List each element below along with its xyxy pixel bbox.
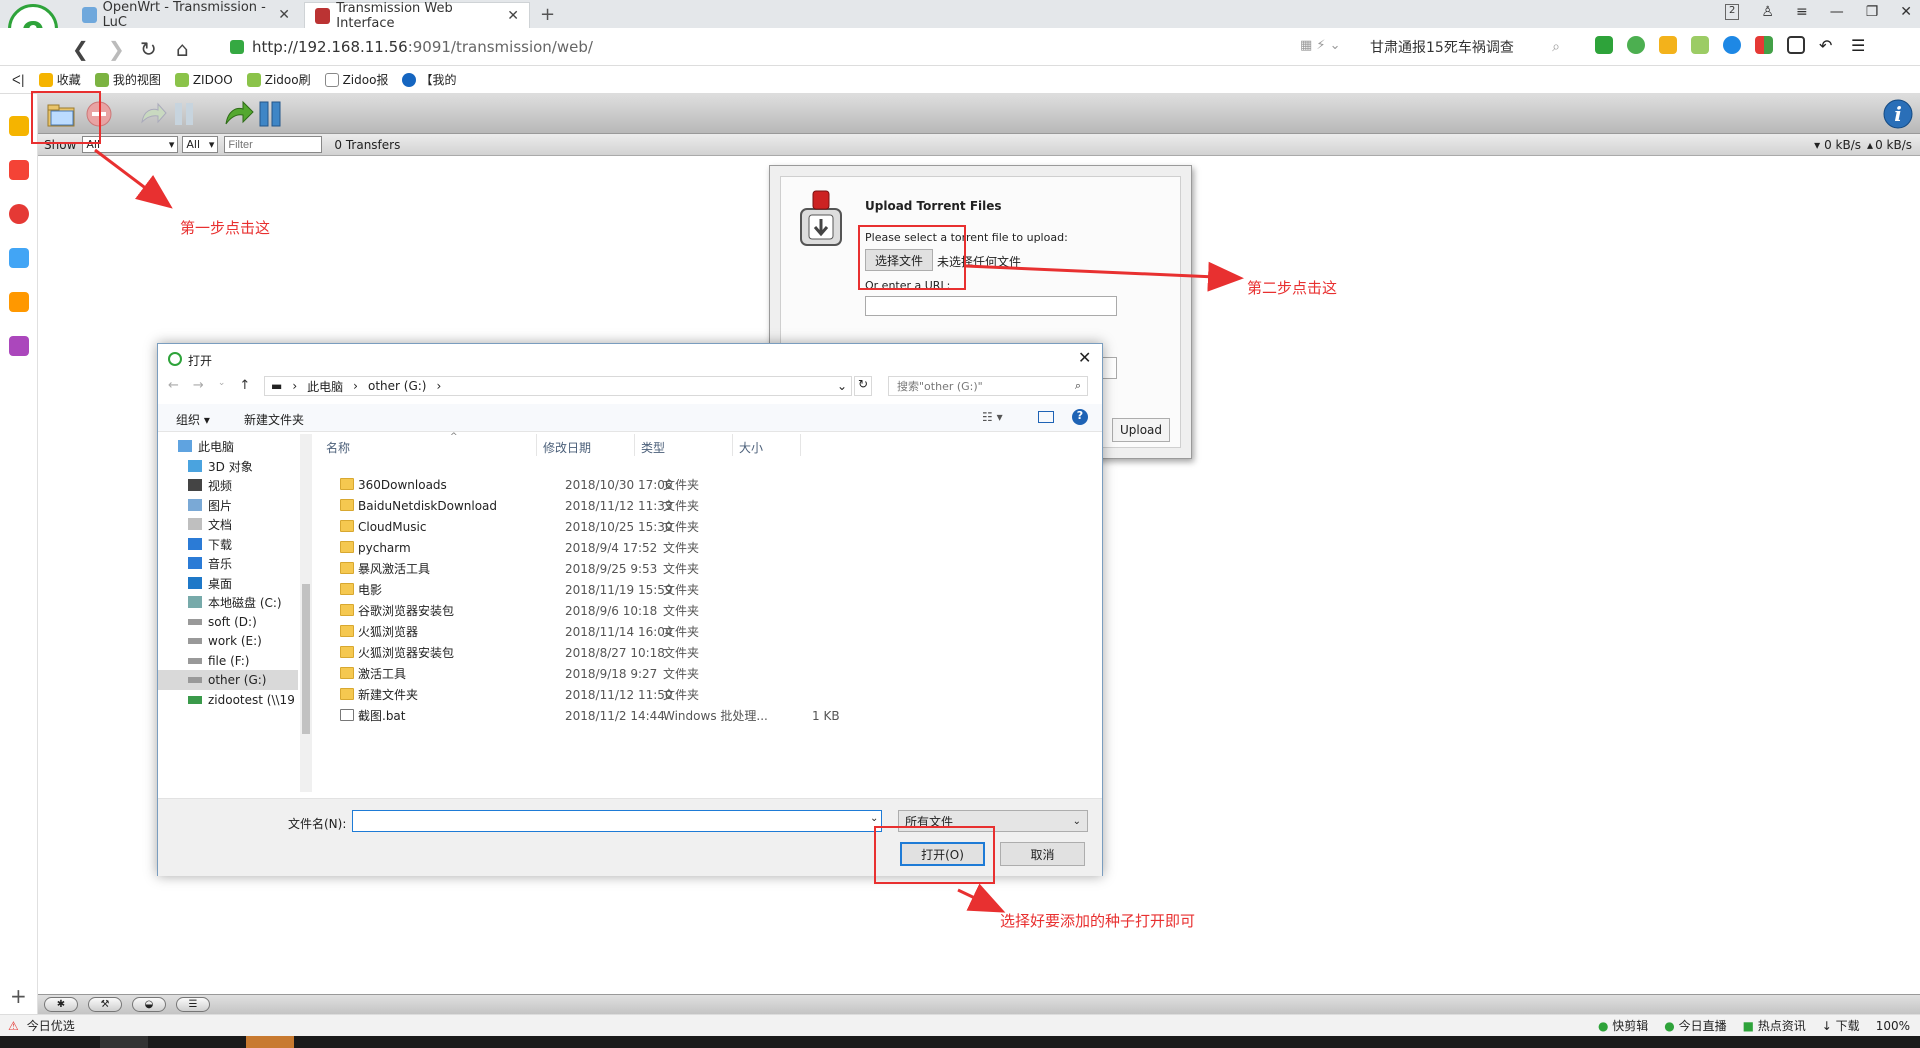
transmission-bottom-bar: ✱ ⚒ ◒ ☰	[38, 994, 1920, 1014]
news-icon: ■	[1742, 1019, 1754, 1033]
sort-list-icon[interactable]: ☰	[176, 997, 210, 1012]
browser-status-bar: ⚠ 今日优选 ● 快剪辑 ● 今日直播 ■ 热点资讯 ↓ 下载 100%	[0, 1014, 1920, 1036]
status-label: 热点资讯	[1757, 1019, 1806, 1033]
taskbar-app[interactable]	[100, 1036, 148, 1048]
status-left-text[interactable]: 今日优选	[27, 1017, 75, 1034]
status-label: 下载	[1835, 1019, 1860, 1033]
os-taskbar	[0, 1036, 1920, 1048]
taskbar-app[interactable]	[246, 1036, 294, 1048]
status-label: 快剪辑	[1612, 1019, 1649, 1033]
preferences-wrench-icon[interactable]: ⚒	[88, 997, 122, 1012]
play-icon: ●	[1597, 1019, 1609, 1033]
live-icon: ●	[1664, 1019, 1675, 1033]
status-label: 今日直播	[1678, 1019, 1727, 1033]
zoom-level[interactable]: 100%	[1876, 1019, 1910, 1033]
status-kuaijianji[interactable]: ● 快剪辑	[1598, 1017, 1648, 1034]
annotation-step1: 第一步点击这	[180, 219, 271, 237]
settings-gear-icon[interactable]: ✱	[44, 997, 78, 1012]
annotation-step3: 选择好要添加的种子打开即可	[1000, 912, 1196, 930]
status-hotnews[interactable]: ■ 热点资讯	[1743, 1017, 1806, 1034]
annotation-arrows	[94, 148, 1244, 913]
status-live[interactable]: ● 今日直播	[1664, 1017, 1726, 1034]
annotation-step2: 第二步点击这	[1247, 279, 1338, 297]
download-icon[interactable]: ↓ 下载	[1822, 1017, 1860, 1034]
warning-icon: ⚠	[8, 1018, 19, 1033]
turtle-icon[interactable]: ◒	[132, 997, 166, 1012]
